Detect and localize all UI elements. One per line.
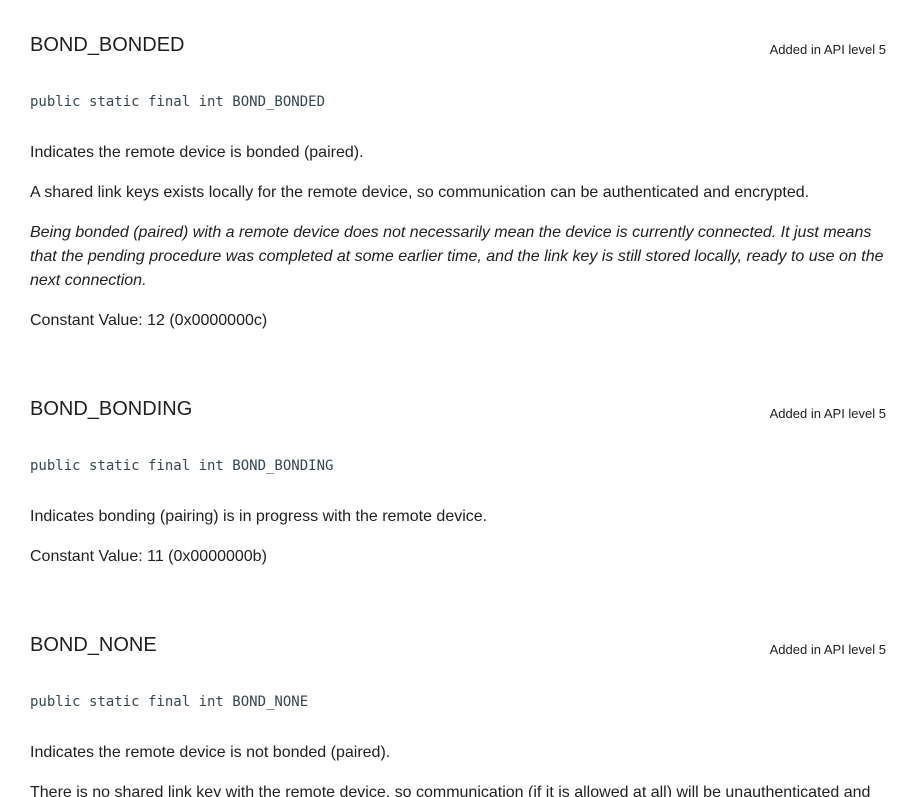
description-paragraph: Indicates the remote device is not bonde…	[30, 744, 391, 761]
constant-signature: public static final int BOND_BONDING	[30, 458, 334, 474]
api-level-label[interactable]: Added in API level 5	[770, 642, 886, 658]
constant-value: Constant Value: 11 (0x0000000b)	[30, 548, 267, 565]
italic-note: Being bonded (paired) with a remote devi…	[30, 224, 884, 289]
api-level-label[interactable]: Added in API level 5	[770, 42, 886, 58]
description-paragraph: Indicates bonding (pairing) is in progre…	[30, 508, 488, 525]
api-level-label[interactable]: Added in API level 5	[770, 406, 886, 422]
constant-title[interactable]: BOND_BONDING	[30, 397, 192, 421]
constant-value: Constant Value: 12 (0x0000000c)	[30, 312, 268, 329]
description-paragraph: There is no shared link key with the rem…	[30, 784, 871, 797]
constant-title[interactable]: BOND_BONDED	[30, 33, 184, 57]
constant-signature: public static final int BOND_BONDED	[30, 94, 326, 110]
description-paragraph: A shared link keys exists locally for th…	[30, 184, 810, 201]
constant-title[interactable]: BOND_NONE	[30, 633, 157, 657]
description-paragraph: Indicates the remote device is bonded (p…	[30, 144, 364, 161]
constant-signature: public static final int BOND_NONE	[30, 694, 309, 710]
